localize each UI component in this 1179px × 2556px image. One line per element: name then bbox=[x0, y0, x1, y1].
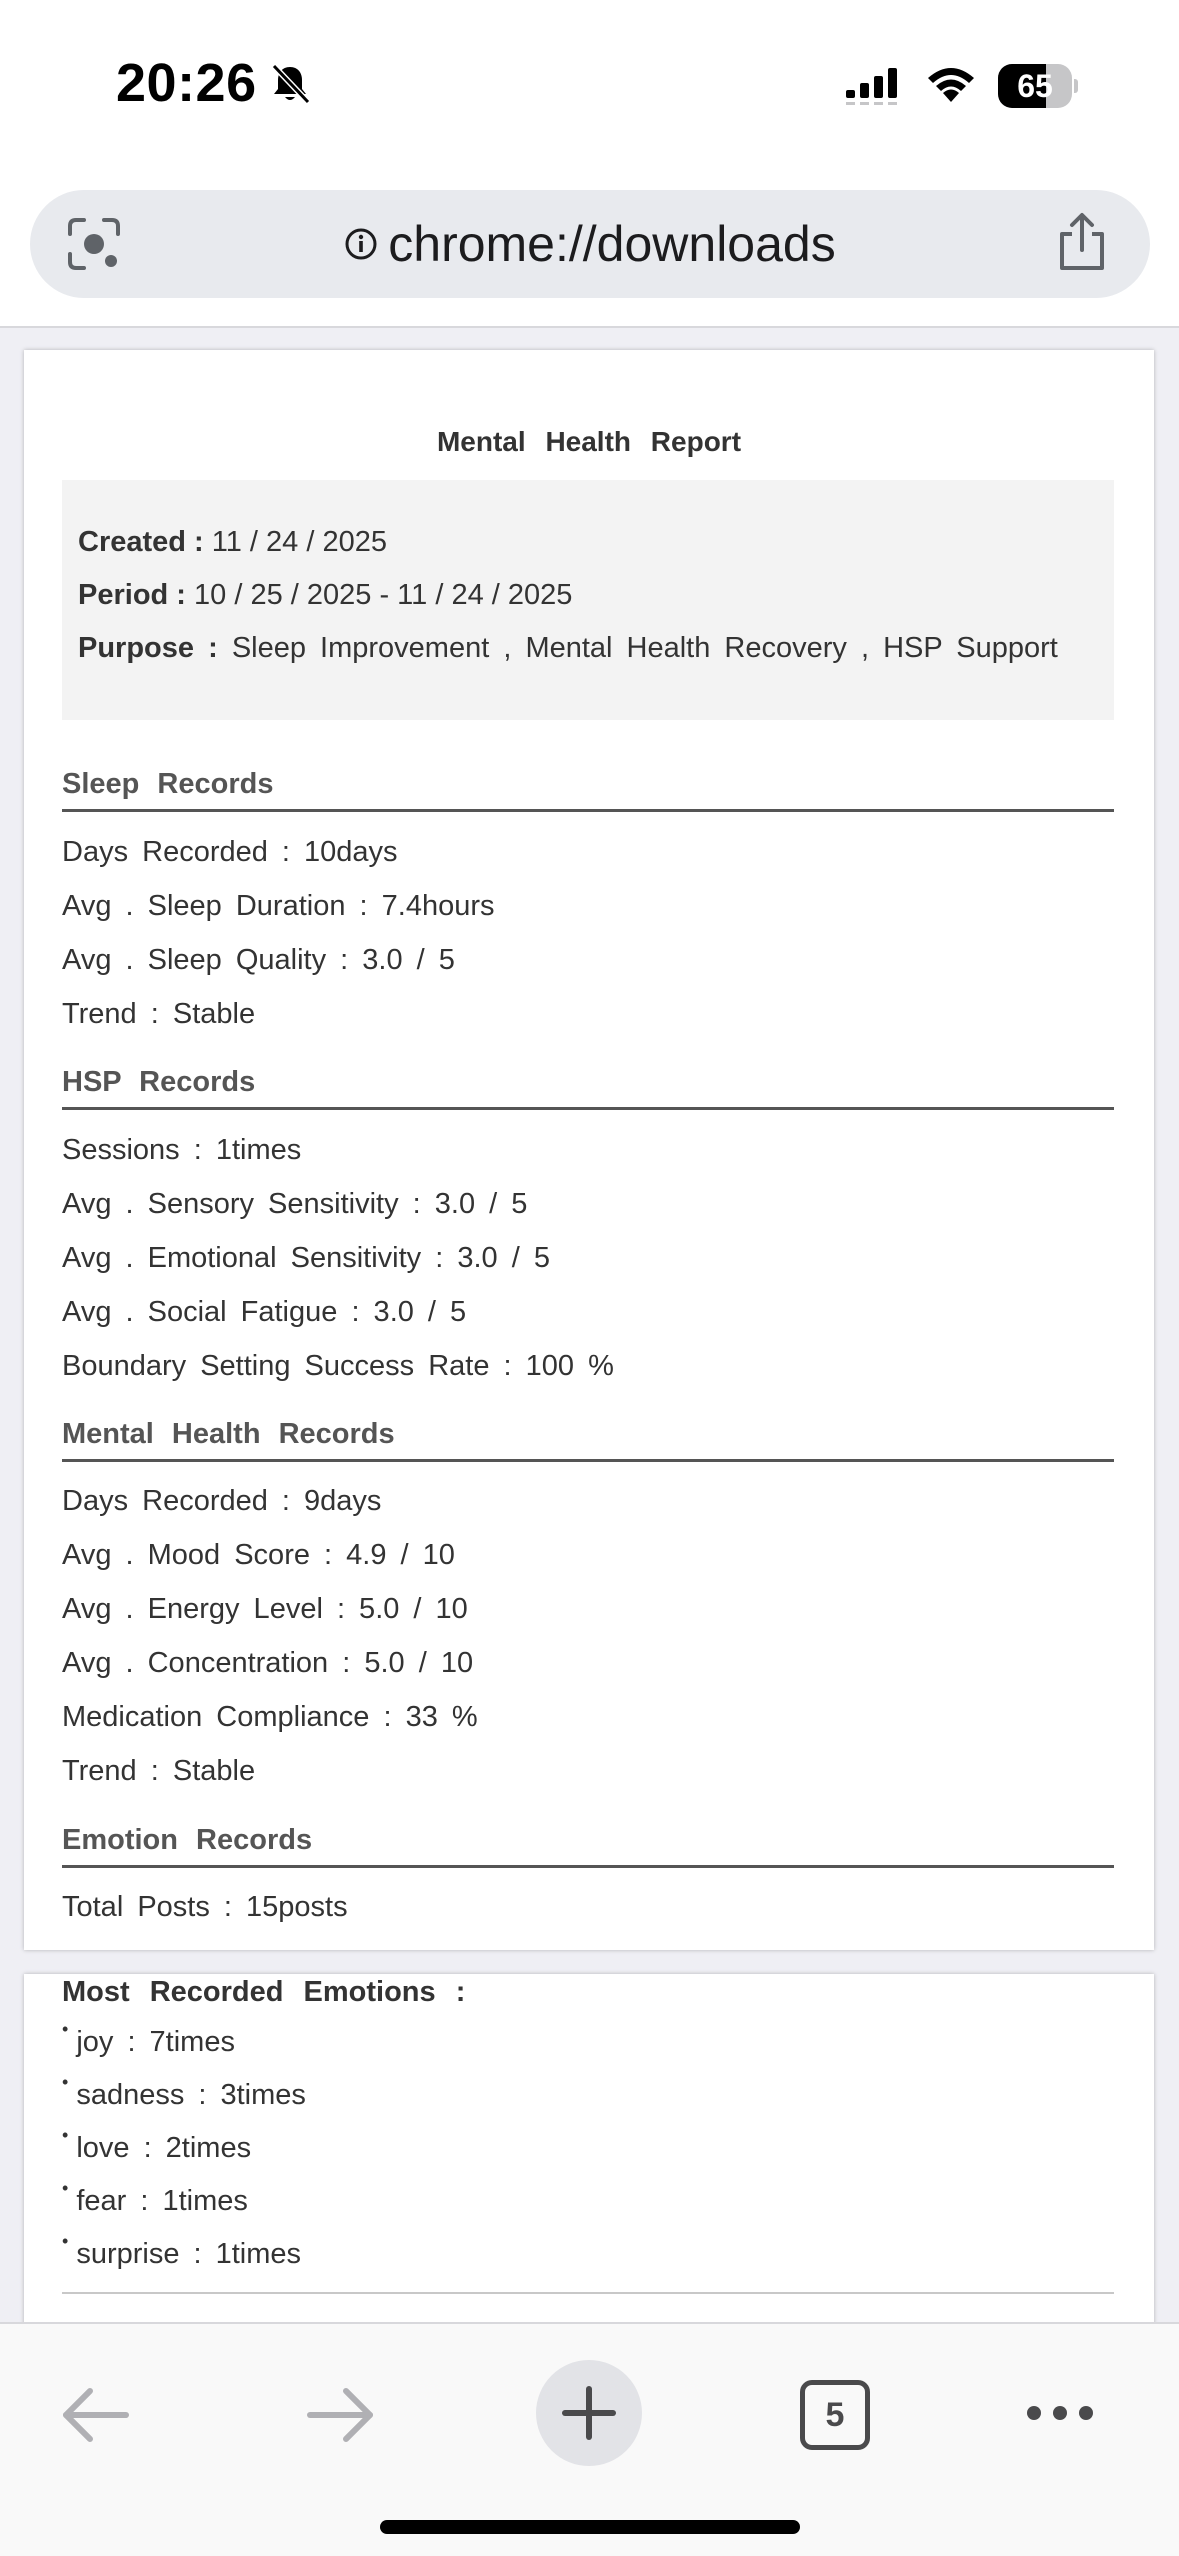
bell-slash-icon bbox=[271, 63, 311, 105]
purpose-label: Purpose : bbox=[78, 632, 218, 664]
home-indicator bbox=[380, 2520, 800, 2534]
bullet-icon: • bbox=[62, 2125, 69, 2145]
hsp-row: Boundary Setting Success Rate : 100 % bbox=[62, 1350, 614, 1382]
emotion-item-text: fear : 1times bbox=[76, 2185, 248, 2217]
battery-icon: 65 bbox=[998, 64, 1078, 108]
sleep-row: Days Recorded : 10days bbox=[62, 836, 398, 868]
mental-row: Avg . Mood Score : 4.9 / 10 bbox=[62, 1539, 455, 1571]
report-info-box: Created : 11 / 24 / 2025 Period : 10 / 2… bbox=[62, 480, 1114, 720]
forward-arrow-icon[interactable] bbox=[304, 2384, 378, 2446]
bullet-icon: • bbox=[62, 2178, 69, 2198]
status-bar: 20:26 65 bbox=[0, 0, 1179, 180]
divider bbox=[62, 2292, 1114, 2294]
more-icon[interactable] bbox=[1024, 2398, 1096, 2428]
purpose-value: Sleep Improvement , Mental Health Recove… bbox=[231, 632, 1058, 664]
created-label: Created : bbox=[78, 526, 204, 558]
mental-row: Days Recorded : 9days bbox=[62, 1485, 382, 1517]
url-text: chrome://downloads bbox=[388, 216, 836, 272]
bullet-icon: • bbox=[62, 2072, 69, 2092]
mental-health-records-heading: Mental Health Records bbox=[62, 1418, 1114, 1462]
mental-row: Medication Compliance : 33 % bbox=[62, 1701, 478, 1733]
created-line: Created : 11 / 24 / 2025 bbox=[78, 516, 1098, 569]
new-tab-button[interactable] bbox=[536, 2360, 642, 2466]
mental-row: Avg . Concentration : 5.0 / 10 bbox=[62, 1647, 474, 1679]
url-display[interactable]: chrome://downloads bbox=[30, 190, 1150, 298]
battery-cap bbox=[1074, 79, 1078, 93]
emotion-list-item: • surprise : 1times bbox=[62, 2231, 302, 2271]
emotion-list-item: • joy : 7times bbox=[62, 2019, 235, 2059]
info-icon[interactable] bbox=[344, 227, 378, 261]
sleep-row: Avg . Sleep Quality : 3.0 / 5 bbox=[62, 944, 455, 976]
period-line: Period : 10 / 25 / 2025 - 11 / 24 / 2025 bbox=[78, 569, 1098, 622]
mental-row: Avg . Energy Level : 5.0 / 10 bbox=[62, 1593, 468, 1625]
most-recorded-emotions-heading: Most Recorded Emotions : bbox=[62, 1976, 466, 2008]
battery-body: 65 bbox=[998, 64, 1072, 108]
emotion-list-item: • fear : 1times bbox=[62, 2178, 248, 2218]
bullet-icon: • bbox=[62, 2019, 69, 2039]
emotion-item-text: surprise : 1times bbox=[76, 2238, 302, 2270]
bottom-toolbar: 5 bbox=[0, 2322, 1179, 2556]
hsp-row: Sessions : 1times bbox=[62, 1134, 302, 1166]
hsp-row: Avg . Emotional Sensitivity : 3.0 / 5 bbox=[62, 1242, 550, 1274]
address-bar-area: chrome://downloads bbox=[0, 180, 1179, 328]
address-bar[interactable]: chrome://downloads bbox=[30, 190, 1150, 298]
emotion-records-heading: Emotion Records bbox=[62, 1824, 1114, 1868]
battery-level: 65 bbox=[1017, 68, 1053, 104]
wifi-icon bbox=[928, 68, 974, 102]
plus-icon bbox=[562, 2386, 616, 2440]
bullet-icon: • bbox=[62, 2231, 69, 2251]
period-label: Period : bbox=[78, 579, 186, 611]
sleep-row: Avg . Sleep Duration : 7.4hours bbox=[62, 890, 495, 922]
mental-row: Trend : Stable bbox=[62, 1755, 256, 1787]
back-arrow-icon[interactable] bbox=[58, 2384, 132, 2446]
emotion-item-text: joy : 7times bbox=[76, 2026, 235, 2058]
emotion-item-text: sadness : 3times bbox=[76, 2079, 306, 2111]
report-title: Mental Health Report bbox=[436, 426, 742, 457]
purpose-line: Purpose : Sleep Improvement , Mental Hea… bbox=[78, 622, 1098, 674]
status-time: 20:26 bbox=[116, 53, 257, 113]
emotion-list-item: • love : 2times bbox=[62, 2125, 252, 2165]
sleep-records-heading: Sleep Records bbox=[62, 768, 1114, 812]
emotion-item-text: love : 2times bbox=[76, 2132, 252, 2164]
hsp-row: Avg . Sensory Sensitivity : 3.0 / 5 bbox=[62, 1188, 528, 1220]
cellular-signal-icon bbox=[846, 68, 897, 105]
sleep-row: Trend : Stable bbox=[62, 998, 256, 1030]
tabs-icon[interactable]: 5 bbox=[800, 2380, 870, 2450]
emotion-total-posts: Total Posts : 15posts bbox=[62, 1891, 348, 1923]
pdf-page-1: Mental Health Report Created : 11 / 24 /… bbox=[24, 350, 1154, 1950]
share-icon[interactable] bbox=[1054, 212, 1110, 274]
period-value: 10 / 25 / 2025 - 11 / 24 / 2025 bbox=[194, 579, 573, 611]
hsp-row: Avg . Social Fatigue : 3.0 / 5 bbox=[62, 1296, 467, 1328]
emotion-list-item: • sadness : 3times bbox=[62, 2072, 306, 2112]
hsp-records-heading: HSP Records bbox=[62, 1066, 1114, 1110]
created-value: 11 / 24 / 2025 bbox=[211, 526, 387, 558]
